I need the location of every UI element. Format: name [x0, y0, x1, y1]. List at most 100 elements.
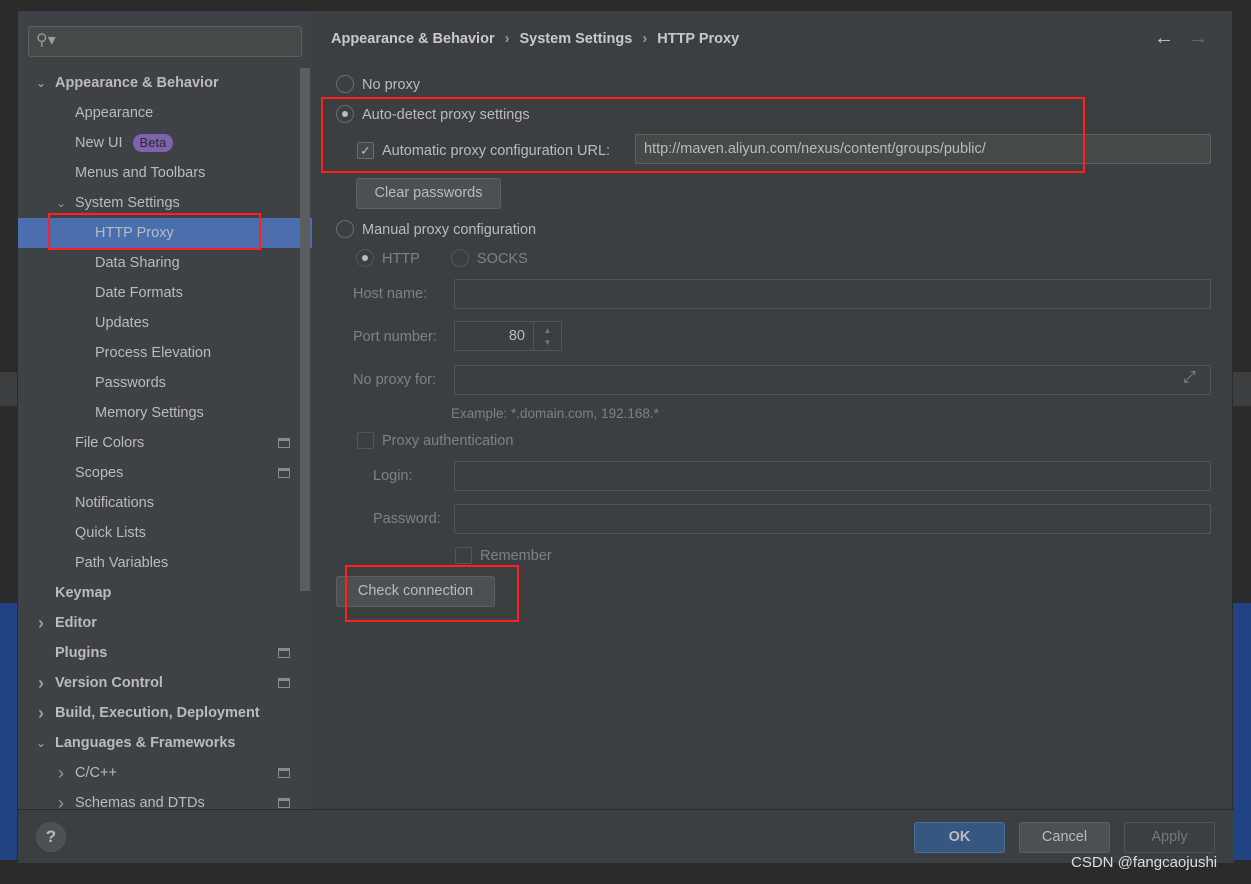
manual-proxy-radio[interactable] [336, 220, 354, 238]
port-number-stepper[interactable]: 80 ▲ ▼ [454, 321, 562, 351]
sidebar-item[interactable]: Memory Settings [18, 398, 300, 428]
login-label: Login: [373, 468, 413, 484]
no-proxy-example: Example: *.domain.com, 192.168.* [451, 406, 659, 421]
chevron-down-icon[interactable]: ⌄ [34, 728, 48, 758]
sidebar-item-content: New UI Beta [75, 128, 174, 158]
sidebar-item[interactable]: Passwords [18, 368, 300, 398]
stepper-arrows-icon[interactable]: ▲ ▼ [533, 322, 561, 350]
sidebar-item-label: Editor [55, 615, 97, 631]
no-proxy-for-input[interactable] [454, 365, 1211, 395]
sidebar-item-label: Memory Settings [95, 405, 204, 421]
password-label: Password: [373, 511, 441, 527]
search-input[interactable]: ⚲▾ [28, 26, 302, 57]
clear-passwords-button[interactable]: Clear passwords [356, 178, 501, 209]
ok-button[interactable]: OK [914, 822, 1005, 853]
sidebar-item-label: New UI [75, 135, 123, 151]
sidebar-item-label: Appearance & Behavior [55, 75, 219, 91]
host-name-input[interactable] [454, 279, 1211, 309]
chevron-right-icon[interactable]: › [34, 668, 48, 698]
proxy-auth-checkbox[interactable] [357, 432, 374, 449]
sidebar-item[interactable]: Updates [18, 308, 300, 338]
chevron-right-icon[interactable]: › [34, 608, 48, 638]
remember-label: Remember [480, 548, 552, 564]
sidebar-item[interactable]: Scopes [18, 458, 300, 488]
sidebar-item[interactable]: Quick Lists [18, 518, 300, 548]
sidebar-item[interactable]: Appearance [18, 98, 300, 128]
sidebar-item-label: Notifications [75, 495, 154, 511]
forward-arrow-icon[interactable]: → [1188, 27, 1208, 50]
sidebar-item[interactable]: Date Formats [18, 278, 300, 308]
apply-button[interactable]: Apply [1124, 822, 1215, 853]
no-proxy-for-label: No proxy for: [353, 372, 436, 388]
chevron-right-icon[interactable]: › [54, 758, 68, 788]
login-input[interactable] [454, 461, 1211, 491]
back-arrow-icon[interactable]: ← [1154, 27, 1174, 50]
annotation-box [48, 213, 261, 250]
breadcrumb-item[interactable]: Appearance & Behavior [331, 31, 495, 47]
sidebar-item[interactable]: Plugins [18, 638, 300, 668]
sidebar-item-label: Version Control [55, 675, 163, 691]
port-number-label: Port number: [353, 329, 437, 345]
sidebar-item[interactable]: New UI Beta [18, 128, 300, 158]
sidebar-item-label: Date Formats [95, 285, 183, 301]
project-scope-icon [278, 438, 290, 448]
help-button[interactable]: ? [36, 822, 66, 852]
project-scope-icon [278, 648, 290, 658]
dialog-footer: ? OK Cancel Apply [18, 809, 1234, 863]
sidebar-item-label: Appearance [75, 105, 154, 121]
project-scope-icon [278, 468, 290, 478]
beta-badge: Beta [132, 134, 174, 152]
sidebar-item[interactable]: ⌄ Appearance & Behavior [18, 68, 300, 98]
sidebar-item[interactable]: › Build, Execution, Deployment [18, 698, 300, 728]
breadcrumb-item: HTTP Proxy [657, 31, 740, 47]
sidebar-item[interactable]: File Colors [18, 428, 300, 458]
http-radio[interactable] [356, 249, 374, 267]
socks-radio[interactable] [451, 249, 469, 267]
project-scope-icon [278, 678, 290, 688]
password-input[interactable] [454, 504, 1211, 534]
chevron-right-icon[interactable]: › [34, 698, 48, 728]
sidebar-scrollbar[interactable] [300, 68, 310, 591]
project-scope-icon [278, 768, 290, 778]
sidebar-item-label: Data Sharing [95, 255, 180, 271]
sidebar-item[interactable]: Keymap [18, 578, 300, 608]
sidebar-item-label: Languages & Frameworks [55, 735, 236, 751]
sidebar-item-label: C/C++ [75, 765, 117, 781]
sidebar-item[interactable]: › Editor [18, 608, 300, 638]
sidebar-item-label: Path Variables [75, 555, 169, 571]
sidebar-item[interactable]: Notifications [18, 488, 300, 518]
sidebar-item-label: Plugins [55, 645, 108, 661]
socks-label: SOCKS [477, 251, 528, 267]
sidebar-item[interactable]: ⌄ Languages & Frameworks [18, 728, 300, 758]
chevron-down-icon[interactable]: ⌄ [34, 68, 48, 98]
help-icon: ? [45, 827, 57, 846]
settings-sidebar: ⚲▾ ⌄ Appearance & Behavior Appearance New U… [18, 11, 312, 813]
sidebar-item-label: Scopes [75, 465, 124, 481]
http-label: HTTP [382, 251, 420, 267]
sidebar-item[interactable]: › Version Control [18, 668, 300, 698]
breadcrumb-item[interactable]: System Settings [520, 31, 633, 47]
no-proxy-radio[interactable] [336, 75, 354, 93]
sidebar-item-label: Build, Execution, Deployment [55, 705, 260, 721]
breadcrumb: Appearance & Behavior › System Settings … [331, 31, 740, 47]
sidebar-item[interactable]: Path Variables [18, 548, 300, 578]
sidebar-item[interactable]: Data Sharing [18, 248, 300, 278]
annotation-box [321, 97, 1085, 173]
sidebar-item-label: Updates [95, 315, 150, 331]
no-proxy-label: No proxy [362, 77, 421, 93]
sidebar-item[interactable]: Process Elevation [18, 338, 300, 368]
sidebar-item-label: Menus and Toolbars [75, 165, 206, 181]
cancel-button[interactable]: Cancel [1019, 822, 1110, 853]
sidebar-item[interactable]: › C/C++ [18, 758, 300, 788]
search-icon: ⚲▾ [36, 32, 56, 49]
sidebar-item-label: Keymap [55, 585, 112, 601]
project-scope-icon [278, 798, 290, 808]
sidebar-item-label: File Colors [75, 435, 145, 451]
sidebar-item-label: Process Elevation [95, 345, 212, 361]
sidebar-item[interactable]: Menus and Toolbars [18, 158, 300, 188]
host-name-label: Host name: [353, 286, 428, 302]
remember-checkbox[interactable] [455, 547, 472, 564]
proxy-auth-label: Proxy authentication [382, 433, 514, 449]
watermark: CSDN @fangcaojushi [1071, 854, 1218, 871]
expand-icon[interactable]: ⤢ [1183, 369, 1196, 387]
